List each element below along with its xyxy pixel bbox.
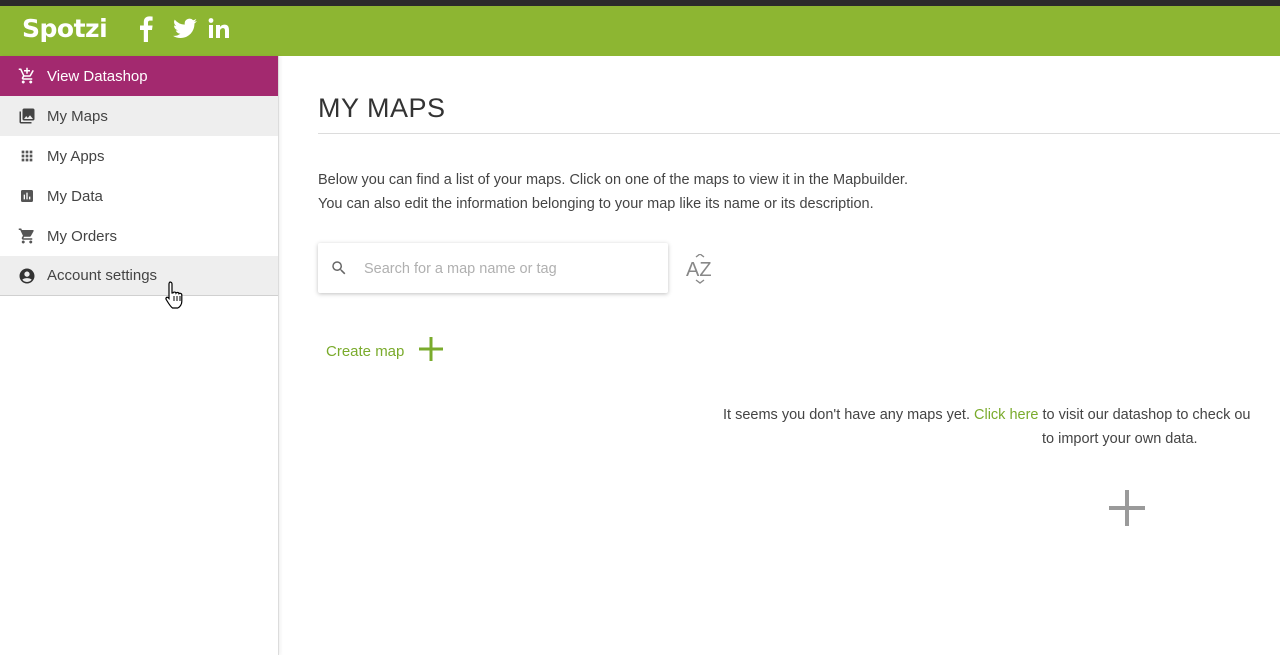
description-line-2: You can also edit the information belong… [318,196,874,212]
page-title: MY MAPS [318,93,446,123]
cart-add-icon [18,67,36,85]
add-map-plus-icon[interactable] [1108,489,1146,532]
sort-az-label: AZ [686,259,712,281]
empty-text-line-2: to import your own data. [1042,431,1198,447]
main-content: MY MAPS Below you can find a list of you… [279,56,1280,655]
sidebar-item-label: View Datashop [47,67,148,85]
sidebar-item-my-apps[interactable]: My Apps [0,136,278,176]
top-bar: Spotzi [0,6,1280,56]
facebook-icon[interactable] [138,16,154,42]
empty-state-message: It seems you don't have any maps yet. Cl… [723,403,1251,447]
grid-icon [18,147,36,165]
search-input[interactable] [362,256,656,282]
linkedin-icon[interactable] [208,16,230,42]
sidebar-item-account-settings[interactable]: Account settings [0,256,278,296]
sidebar-item-label: My Maps [47,107,108,125]
create-map-label: Create map [326,342,405,360]
plus-icon [418,336,444,366]
create-map-button[interactable]: Create map [326,336,444,366]
bar-chart-icon [18,187,36,205]
account-circle-icon [18,267,36,285]
page-description: Below you can find a list of your maps. … [318,168,908,216]
sidebar-item-view-datashop[interactable]: View Datashop [0,56,278,96]
empty-text-before: It seems you don't have any maps yet. [723,407,970,423]
sidebar: View Datashop My Maps My Apps My Data My… [0,56,279,655]
title-divider [318,133,1280,134]
sidebar-item-label: Account settings [47,267,158,284]
sidebar-item-label: My Apps [47,147,105,165]
empty-text-after: to visit our datashop to check ou [1042,407,1251,423]
spotzi-logo[interactable]: Spotzi [22,14,108,43]
click-here-link[interactable]: Click here [974,407,1038,423]
sidebar-item-label: My Data [47,187,103,205]
hand-pointer-cursor-icon [164,280,188,315]
sidebar-item-my-data[interactable]: My Data [0,176,278,216]
sidebar-item-my-orders[interactable]: My Orders [0,216,278,256]
image-icon [18,107,36,125]
search-icon [330,259,348,282]
twitter-icon[interactable] [172,16,198,42]
description-line-1: Below you can find a list of your maps. … [318,172,908,188]
sort-az-button[interactable]: AZ [685,253,715,289]
sidebar-item-my-maps[interactable]: My Maps [0,96,278,136]
sort-az-icon: AZ [686,253,712,284]
sidebar-item-label: My Orders [47,227,118,245]
search-box [318,243,668,293]
cart-icon [18,227,36,245]
